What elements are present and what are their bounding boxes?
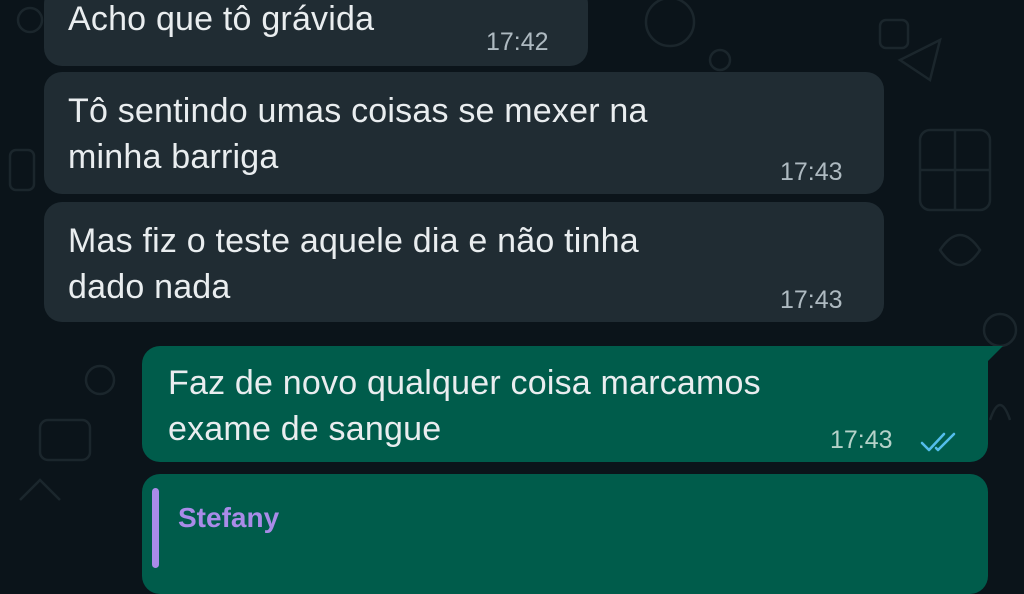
message-bubble-incoming[interactable]: Acho que tô grávida 17:42 — [44, 0, 588, 66]
message-bubble-incoming[interactable]: Mas fiz o teste aquele dia e não tinha d… — [44, 202, 884, 322]
message-text: Tô sentindo umas coisas se mexer na minh… — [68, 92, 648, 176]
double-check-read-icon — [920, 432, 956, 452]
message-text: Mas fiz o teste aquele dia e não tinha d… — [68, 222, 639, 306]
message-time: 17:43 — [780, 158, 843, 186]
message-time: 17:43 — [780, 286, 843, 314]
message-bubble-outgoing[interactable]: Faz de novo qualquer coisa marcamos exam… — [142, 346, 988, 462]
message-text: Faz de novo qualquer coisa marcamos exam… — [168, 364, 761, 448]
quoted-sender-name: Stefany — [178, 502, 280, 533]
message-bubble-outgoing[interactable]: Stefany — [142, 474, 988, 594]
message-time: 17:42 — [486, 28, 549, 56]
message-bubble-incoming[interactable]: Tô sentindo umas coisas se mexer na minh… — [44, 72, 884, 194]
quoted-message[interactable]: Stefany — [142, 474, 988, 594]
message-text: Acho que tô grávida — [68, 0, 375, 38]
bubble-tail — [985, 346, 1003, 364]
quote-accent-bar — [152, 488, 159, 568]
message-time: 17:43 — [830, 426, 893, 454]
